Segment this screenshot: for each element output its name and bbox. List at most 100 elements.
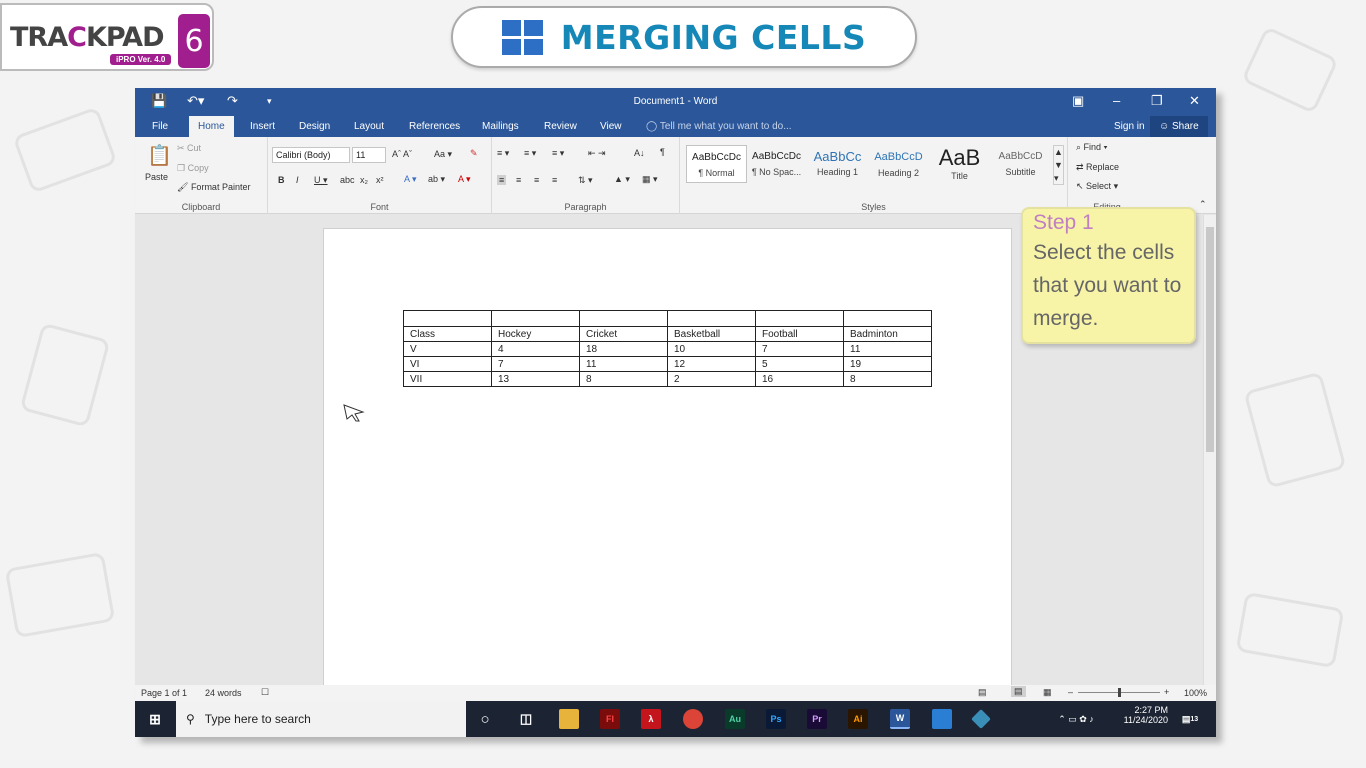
notifications-icon[interactable]: ▤ 13 xyxy=(1180,709,1200,729)
clock[interactable]: 2:27 PM 11/24/2020 xyxy=(1124,705,1168,725)
data-table[interactable]: Class Hockey Cricket Basketball Football Badm… xyxy=(403,310,932,387)
font-size-select[interactable]: 11 xyxy=(352,147,386,163)
paste-button[interactable]: Paste xyxy=(145,172,168,182)
scrollbar-thumb[interactable] xyxy=(1206,227,1214,452)
tab-mailings[interactable]: Mailings xyxy=(473,116,528,137)
grow-font-icon[interactable]: Aˆ Aˇ xyxy=(392,149,412,159)
acrobat-icon[interactable]: λ xyxy=(641,709,661,729)
table-cell[interactable]: 13 xyxy=(491,371,580,387)
style-normal[interactable]: AaBbCcDc ¶ Normal xyxy=(686,145,747,183)
tab-file[interactable]: File xyxy=(143,116,177,137)
zoom-in-icon[interactable]: + xyxy=(1164,687,1169,697)
misc-app-icon[interactable] xyxy=(971,709,991,729)
close-icon[interactable]: ✕ xyxy=(1189,93,1200,109)
style-title[interactable]: AaB Title xyxy=(929,145,990,183)
proofing-icon[interactable]: ☐ xyxy=(261,687,269,698)
print-layout-icon[interactable]: ▤ xyxy=(1011,686,1026,697)
table-row[interactable]: V 4 18 10 7 11 xyxy=(403,341,932,357)
tab-insert[interactable]: Insert xyxy=(241,116,284,137)
ribbon-display-icon[interactable]: ▣ xyxy=(1072,93,1084,109)
replace-button[interactable]: ⇄ Replace xyxy=(1076,162,1119,173)
table-cell[interactable]: 12 xyxy=(667,356,756,372)
table-cell[interactable] xyxy=(667,310,756,327)
read-mode-icon[interactable]: ▤ xyxy=(978,687,987,698)
table-cell[interactable]: Cricket xyxy=(579,326,668,342)
cut-button[interactable]: ✂ Cut xyxy=(177,143,201,154)
style-heading-2[interactable]: AaBbCcD Heading 2 xyxy=(868,145,929,183)
font-name-select[interactable]: Calibri (Body) xyxy=(272,147,350,163)
table-row[interactable]: VI 7 11 12 5 19 xyxy=(403,356,932,372)
copy-button[interactable]: ❐ Copy xyxy=(177,163,209,174)
photos-icon[interactable] xyxy=(932,709,952,729)
clear-format-icon[interactable]: ✎ xyxy=(470,148,478,159)
table-cell[interactable]: Football xyxy=(755,326,844,342)
subscript-icon[interactable]: x₂ xyxy=(360,175,368,185)
table-cell[interactable] xyxy=(843,310,932,327)
vertical-scrollbar[interactable] xyxy=(1203,215,1216,685)
word-taskbar-icon[interactable]: W xyxy=(890,709,910,729)
table-cell[interactable] xyxy=(491,310,580,327)
tab-review[interactable]: Review xyxy=(535,116,586,137)
tab-references[interactable]: References xyxy=(400,116,469,137)
bold-icon[interactable]: B xyxy=(278,175,285,185)
table-cell[interactable] xyxy=(579,310,668,327)
tab-home[interactable]: Home xyxy=(189,116,234,137)
minimize-icon[interactable]: – xyxy=(1113,93,1120,108)
superscript-icon[interactable]: x² xyxy=(376,175,384,185)
table-cell[interactable]: VII xyxy=(403,371,492,387)
table-cell[interactable]: Class xyxy=(403,326,492,342)
select-button[interactable]: ↖ Select ▾ xyxy=(1076,181,1118,192)
table-cell[interactable]: VI xyxy=(403,356,492,372)
table-cell[interactable]: 19 xyxy=(843,356,932,372)
align-left-icon[interactable]: ≡ xyxy=(497,175,507,185)
highlight-icon[interactable]: ab ▾ xyxy=(428,174,445,185)
table-row[interactable]: Class Hockey Cricket Basketball Football Badm… xyxy=(403,326,932,342)
word-count[interactable]: 24 words xyxy=(205,688,242,698)
audition-icon[interactable]: Au xyxy=(725,709,745,729)
numbering-icon[interactable]: ≡ ▾ xyxy=(524,148,536,159)
table-cell[interactable]: Basketball xyxy=(667,326,756,342)
web-layout-icon[interactable]: ▦ xyxy=(1043,687,1052,698)
tray-icons[interactable]: ⌃ ▭ ✿ ♪ xyxy=(1040,709,1112,729)
align-right-icon[interactable]: ≡ xyxy=(534,175,539,185)
strikethrough-icon[interactable]: abc xyxy=(340,175,355,185)
share-button[interactable]: ☺ Share xyxy=(1150,116,1208,137)
indent-icon[interactable]: ⇤ ⇥ xyxy=(588,148,606,159)
change-case-icon[interactable]: Aa ▾ xyxy=(434,149,452,160)
table-cell[interactable]: 8 xyxy=(579,371,668,387)
start-button[interactable]: ⊞ xyxy=(145,709,165,729)
table-cell[interactable]: 8 xyxy=(843,371,932,387)
format-painter-button[interactable]: 🖌 Format Painter xyxy=(177,182,250,193)
underline-icon[interactable]: U ▾ xyxy=(314,175,328,186)
table-cell[interactable]: 18 xyxy=(579,341,668,357)
table-cell[interactable]: 16 xyxy=(755,371,844,387)
table-cell[interactable]: 4 xyxy=(491,341,580,357)
text-effects-icon[interactable]: A ▾ xyxy=(404,174,417,185)
cortana-icon[interactable]: ○ xyxy=(475,709,495,729)
restore-icon[interactable]: ❐ xyxy=(1151,93,1163,109)
shading-icon[interactable]: ▲ ▾ xyxy=(614,174,630,185)
styles-more-icon[interactable]: ▲ ▼ ▾ xyxy=(1053,145,1064,185)
tab-view[interactable]: View xyxy=(591,116,631,137)
italic-icon[interactable]: I xyxy=(296,175,299,185)
collapse-ribbon-icon[interactable]: ⌃ xyxy=(1199,199,1207,210)
sort-icon[interactable]: A↓ xyxy=(634,148,645,158)
table-cell[interactable]: 5 xyxy=(755,356,844,372)
task-view-icon[interactable]: ◫ xyxy=(516,709,536,729)
multilevel-list-icon[interactable]: ≡ ▾ xyxy=(552,148,564,159)
bullets-icon[interactable]: ≡ ▾ xyxy=(497,148,509,159)
style-no-spacing[interactable]: AaBbCcDc ¶ No Spac... xyxy=(746,145,807,183)
chrome-icon[interactable] xyxy=(683,709,703,729)
tab-layout[interactable]: Layout xyxy=(345,116,393,137)
show-formatting-icon[interactable]: ¶ xyxy=(660,147,665,157)
align-center-icon[interactable]: ≡ xyxy=(516,175,521,185)
illustrator-icon[interactable]: Ai xyxy=(848,709,868,729)
tab-design[interactable]: Design xyxy=(290,116,339,137)
tell-me-box[interactable]: ◯ Tell me what you want to do... xyxy=(637,116,801,137)
zoom-out-icon[interactable]: – xyxy=(1068,687,1073,697)
table-cell[interactable]: 7 xyxy=(755,341,844,357)
borders-icon[interactable]: ▦ ▾ xyxy=(642,174,658,185)
photoshop-icon[interactable]: Ps xyxy=(766,709,786,729)
paste-icon[interactable]: 📋 xyxy=(147,143,172,168)
style-heading-1[interactable]: AaBbCc Heading 1 xyxy=(807,145,868,183)
